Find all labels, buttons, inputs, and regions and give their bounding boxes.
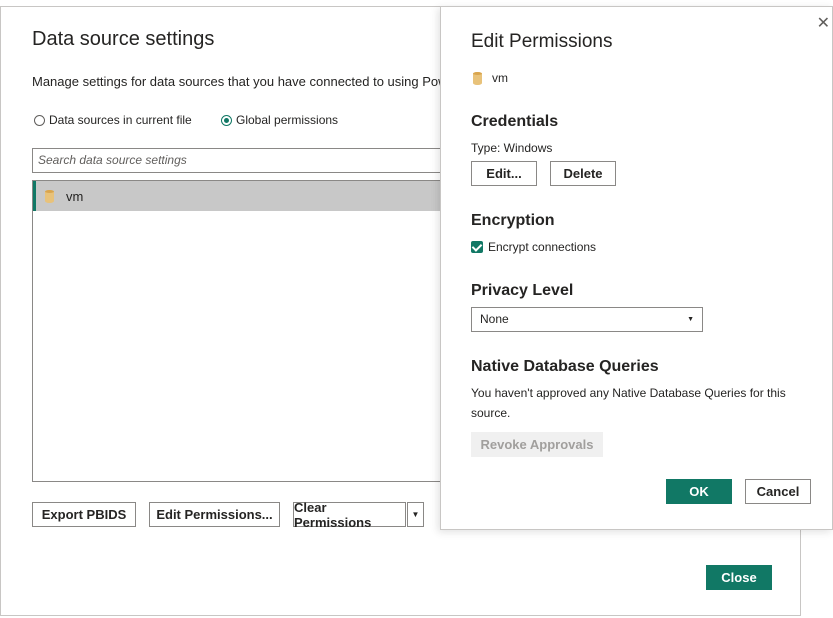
chevron-down-icon: ▼ <box>411 510 420 519</box>
privacy-level-value: None <box>480 312 509 326</box>
search-input[interactable]: Search data source settings <box>32 148 472 173</box>
radio-button[interactable] <box>221 114 232 126</box>
credentials-heading: Credentials <box>471 113 559 130</box>
source-name-row: vm <box>471 71 508 85</box>
native-queries-heading: Native Database Queries <box>471 358 659 375</box>
edit-permissions-button[interactable]: Edit Permissions... <box>149 502 280 527</box>
clear-permissions-dropdown[interactable]: ▼ <box>407 502 424 527</box>
cancel-button[interactable]: Cancel <box>745 479 811 504</box>
radio-label: Global permissions <box>236 113 339 127</box>
dialog-description: Manage settings for data sources that yo… <box>32 74 448 89</box>
chevron-down-icon: ▼ <box>687 316 694 323</box>
privacy-level-select[interactable]: None ▼ <box>471 307 703 332</box>
clear-permissions-button[interactable]: Clear Permissions <box>293 500 406 530</box>
radio-global-permissions[interactable]: Global permissions <box>221 113 338 127</box>
data-source-list: vm <box>32 180 472 482</box>
close-icon[interactable]: ✕ <box>817 13 830 33</box>
dialog-title: Data source settings <box>32 28 215 50</box>
list-item-label: vm <box>66 188 84 204</box>
database-icon <box>473 71 482 85</box>
credentials-edit-button[interactable]: Edit... <box>471 161 537 186</box>
ok-button[interactable]: OK <box>666 479 732 504</box>
source-name: vm <box>492 71 508 85</box>
panel-title: Edit Permissions <box>471 31 613 52</box>
export-pbids-button[interactable]: Export PBIDS <box>32 502 136 527</box>
encrypt-connections-checkbox[interactable]: Encrypt connections <box>471 240 596 254</box>
native-queries-text-line2: source. <box>471 406 511 420</box>
encryption-heading: Encryption <box>471 212 555 229</box>
radio-button[interactable] <box>34 114 45 126</box>
close-button[interactable]: Close <box>706 565 772 590</box>
privacy-level-heading: Privacy Level <box>471 282 574 299</box>
list-item[interactable]: vm <box>33 181 471 211</box>
database-icon <box>45 189 54 203</box>
credentials-type: Type: Windows <box>471 141 553 155</box>
native-queries-text-line1: You haven't approved any Native Database… <box>471 386 786 400</box>
edit-permissions-panel: Edit Permissions vm Credentials Type: Wi… <box>440 6 833 530</box>
checkbox-checked-icon[interactable] <box>471 241 483 253</box>
radio-current-file[interactable]: Data sources in current file <box>34 113 192 127</box>
revoke-approvals-button[interactable]: Revoke Approvals <box>471 432 603 457</box>
checkbox-label: Encrypt connections <box>488 240 597 254</box>
radio-label: Data sources in current file <box>49 113 192 127</box>
credentials-delete-button[interactable]: Delete <box>550 161 616 186</box>
